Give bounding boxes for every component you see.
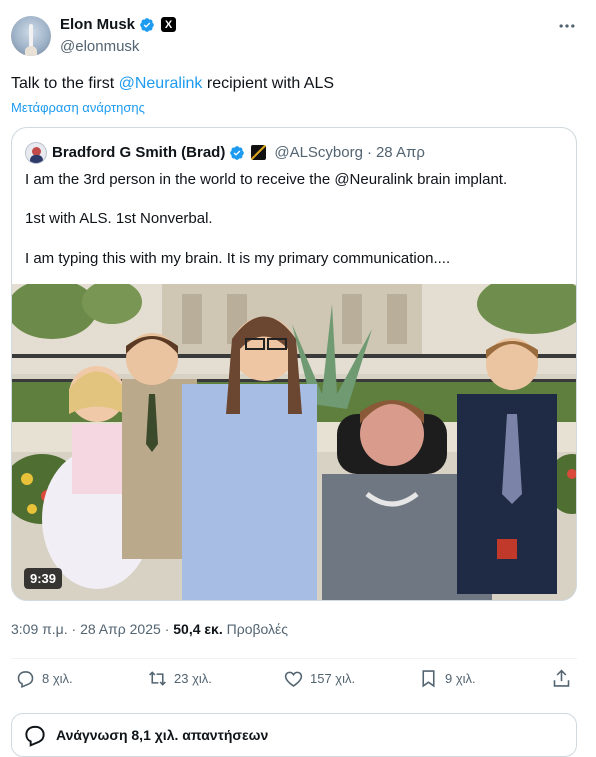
bookmark-icon: [422, 670, 435, 688]
quote-handle[interactable]: @ALScyborg: [274, 144, 363, 161]
repost-button[interactable]: 23 χιλ.: [147, 668, 212, 689]
mention-link[interactable]: @Neuralink: [119, 75, 203, 92]
reply-icon: [17, 671, 34, 689]
quote-date[interactable]: 28 Απρ: [376, 144, 425, 161]
avatar-rocket: [29, 24, 33, 48]
author-avatar[interactable]: [11, 16, 51, 56]
repost-icon: [149, 671, 166, 686]
post: Elon Musk X @elonmusk Talk to the first …: [0, 0, 596, 757]
verified-badge-icon: [140, 17, 154, 32]
author-display-name[interactable]: Elon Musk: [60, 16, 135, 33]
translate-link[interactable]: Μετάφραση ανάρτησης: [11, 100, 145, 115]
bookmark-button[interactable]: 9 χιλ.: [418, 668, 476, 689]
divider: [11, 658, 577, 659]
meta-separator: ·: [71, 621, 77, 637]
quote-text-line: I am the 3rd person in the world to rece…: [25, 171, 508, 188]
post-time[interactable]: 3:09 π.μ.: [11, 621, 68, 637]
bookmark-count: 9 χιλ.: [445, 671, 476, 686]
video-photo: [12, 284, 576, 600]
quote-text-line: 1st with ALS. 1st Nonverbal.: [25, 210, 213, 227]
share-icon: [553, 669, 570, 687]
verified-badge-icon: [230, 145, 245, 160]
quote-text-line: I am typing this with my brain. It is my…: [25, 250, 451, 267]
read-replies-label: Ανάγνωση 8,1 χιλ. απαντήσεων: [56, 727, 269, 743]
share-button[interactable]: [551, 668, 572, 689]
quote-avatar[interactable]: [25, 142, 47, 164]
repost-count: 23 χιλ.: [174, 671, 212, 686]
views-count: 50,4 εκ.: [173, 621, 223, 637]
like-icon: [284, 671, 303, 687]
like-button[interactable]: 157 χιλ.: [283, 668, 355, 689]
meta-separator: ·: [164, 621, 170, 637]
action-bar: 8 χιλ. 23 χιλ. 157 χιλ. 9 χιλ.: [0, 668, 596, 698]
video-duration-badge: 9:39: [24, 568, 63, 589]
x-logo-icon: X: [161, 17, 177, 32]
avatar-plume: [25, 46, 37, 56]
reply-button[interactable]: 8 χιλ.: [15, 668, 73, 689]
reply-count: 8 χιλ.: [42, 671, 73, 686]
quoted-post[interactable]: Bradford G Smith (Brad) @ALScyborg · 28 …: [11, 127, 577, 601]
quote-separator: ·: [366, 144, 372, 161]
post-text-suffix: recipient with ALS: [202, 75, 335, 92]
quote-name-row: Bradford G Smith (Brad) @ALScyborg · 28 …: [52, 144, 425, 161]
video-thumbnail[interactable]: 9:39: [12, 284, 576, 600]
quote-display-name[interactable]: Bradford G Smith (Brad): [52, 144, 225, 161]
affiliate-badge-icon: [251, 145, 267, 160]
post-text-prefix: Talk to the first: [11, 75, 119, 92]
post-meta: 3:09 π.μ. · 28 Απρ 2025 · 50,4 εκ. Προβο…: [11, 621, 288, 637]
more-options-icon[interactable]: [555, 14, 579, 38]
views-label: Προβολές: [226, 621, 289, 637]
quote-avatar-body: [30, 155, 43, 163]
like-count: 157 χιλ.: [310, 671, 356, 686]
author-handle[interactable]: @elonmusk: [60, 38, 139, 55]
post-date[interactable]: 28 Απρ 2025: [80, 621, 161, 637]
read-replies-button[interactable]: Ανάγνωση 8,1 χιλ. απαντήσεων: [11, 713, 577, 757]
speech-bubble-icon: [25, 725, 45, 747]
author-name-row: Elon Musk X: [60, 16, 177, 33]
post-text: Talk to the first @Neuralink recipient w…: [11, 75, 334, 93]
